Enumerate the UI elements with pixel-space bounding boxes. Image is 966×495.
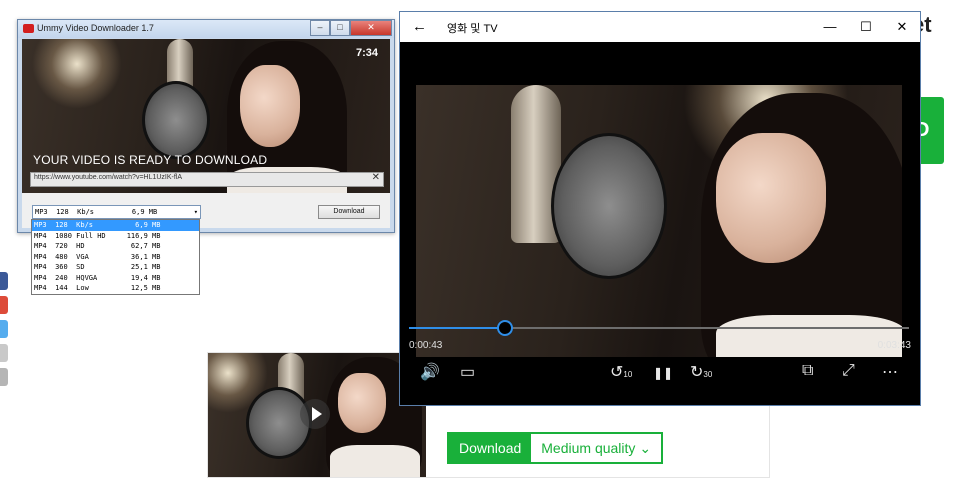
skip-forward-button[interactable]: ↻30 bbox=[690, 362, 712, 382]
google-plus-share-icon[interactable] bbox=[0, 296, 8, 314]
url-value: https://www.youtube.com/watch?v=HL1UzIK-… bbox=[34, 174, 183, 181]
skip-forward-label: 30 bbox=[703, 370, 713, 379]
ready-message: YOUR VIDEO IS READY TO DOWNLOAD bbox=[33, 153, 268, 167]
download-controls: Download Medium quality ⌄ bbox=[447, 432, 664, 464]
seek-thumb[interactable] bbox=[497, 320, 513, 336]
more-icon[interactable]: ⋯ bbox=[882, 362, 898, 382]
share-icon-5[interactable] bbox=[0, 368, 8, 386]
close-button[interactable]: ✕ bbox=[350, 20, 392, 36]
format-option[interactable]: MP4 144 Low 12,5 MB bbox=[32, 283, 199, 294]
ummy-titlebar[interactable]: Ummy Video Downloader 1.7 – □ ✕ bbox=[18, 20, 394, 38]
format-option[interactable]: MP4 240 HQVGA 19,4 MB bbox=[32, 273, 199, 284]
ummy-preview: 7:34 YOUR VIDEO IS READY TO DOWNLOAD htt… bbox=[22, 39, 390, 193]
skip-back-label: 10 bbox=[623, 370, 633, 379]
ummy-download-button[interactable]: Download bbox=[318, 205, 380, 219]
fullscreen-icon[interactable]: ⤢ bbox=[842, 362, 855, 380]
format-select-value: MP3 128 Kb/s 6,9 MB bbox=[35, 208, 158, 216]
format-option[interactable]: MP4 1080 Full HD 116,9 MB bbox=[32, 231, 199, 242]
twitter-share-icon[interactable] bbox=[0, 320, 8, 338]
pause-icon[interactable]: ❚❚ bbox=[653, 366, 673, 380]
seek-progress bbox=[409, 327, 504, 329]
seek-bar[interactable] bbox=[409, 320, 909, 336]
chevron-down-icon: ⌄ bbox=[639, 440, 652, 456]
mini-view-icon[interactable]: ⧉ bbox=[802, 362, 813, 380]
format-option[interactable]: MP4 720 HD 62,7 MB bbox=[32, 241, 199, 252]
captions-icon[interactable]: ▭ bbox=[460, 362, 475, 382]
movies-tv-titlebar[interactable]: ← 영화 및 TV — ☐ ✕ bbox=[400, 12, 920, 42]
video-frame[interactable] bbox=[416, 85, 902, 357]
app-title: 영화 및 TV bbox=[447, 23, 498, 35]
facebook-share-icon[interactable] bbox=[0, 272, 8, 290]
dropdown-arrow-icon: ▾ bbox=[193, 208, 198, 216]
current-time: 0:00:43 bbox=[409, 340, 443, 351]
play-icon[interactable] bbox=[300, 399, 330, 429]
skip-forward-icon: ↻ bbox=[690, 364, 704, 381]
minimize-button[interactable]: — bbox=[812, 12, 848, 42]
maximize-button[interactable]: ☐ bbox=[848, 12, 884, 42]
quality-select[interactable]: Medium quality ⌄ bbox=[531, 434, 661, 462]
skip-back-button[interactable]: ↺10 bbox=[610, 362, 632, 382]
format-select[interactable]: MP3 128 Kb/s 6,9 MB ▾ bbox=[32, 205, 201, 219]
video-thumbnail[interactable] bbox=[208, 353, 426, 477]
clear-icon[interactable]: ✕ bbox=[372, 172, 380, 183]
maximize-button[interactable]: □ bbox=[330, 20, 350, 36]
format-dropdown-list: MP3 128 Kb/s 6,9 MB MP4 1080 Full HD 116… bbox=[31, 219, 200, 295]
format-option[interactable]: MP3 128 Kb/s 6,9 MB bbox=[32, 220, 199, 231]
back-arrow-icon[interactable]: ← bbox=[412, 18, 427, 35]
format-option[interactable]: MP4 480 VGA 36,1 MB bbox=[32, 252, 199, 263]
skip-back-icon: ↺ bbox=[610, 364, 624, 381]
download-button[interactable]: Download bbox=[449, 434, 532, 462]
share-sidebar bbox=[0, 272, 9, 402]
movies-tv-window: ← 영화 및 TV — ☐ ✕ 0:00:43 0:03:43 🔊 ▭ ↺10 … bbox=[399, 11, 921, 406]
duration-label: 7:34 bbox=[355, 47, 378, 59]
total-time: 0:03:43 bbox=[877, 340, 911, 351]
ummy-title: Ummy Video Downloader 1.7 bbox=[37, 23, 154, 33]
close-button[interactable]: ✕ bbox=[884, 12, 920, 42]
format-option[interactable]: MP4 360 SD 25,1 MB bbox=[32, 262, 199, 273]
quality-select-label: Medium quality bbox=[541, 440, 636, 456]
youtube-icon bbox=[23, 24, 34, 33]
ummy-window: Ummy Video Downloader 1.7 – □ ✕ 7:34 YOU… bbox=[17, 19, 395, 233]
minimize-button[interactable]: – bbox=[310, 20, 330, 36]
share-icon-4[interactable] bbox=[0, 344, 8, 362]
url-input[interactable]: https://www.youtube.com/watch?v=HL1UzIK-… bbox=[30, 172, 384, 187]
volume-icon[interactable]: 🔊 bbox=[420, 362, 440, 382]
